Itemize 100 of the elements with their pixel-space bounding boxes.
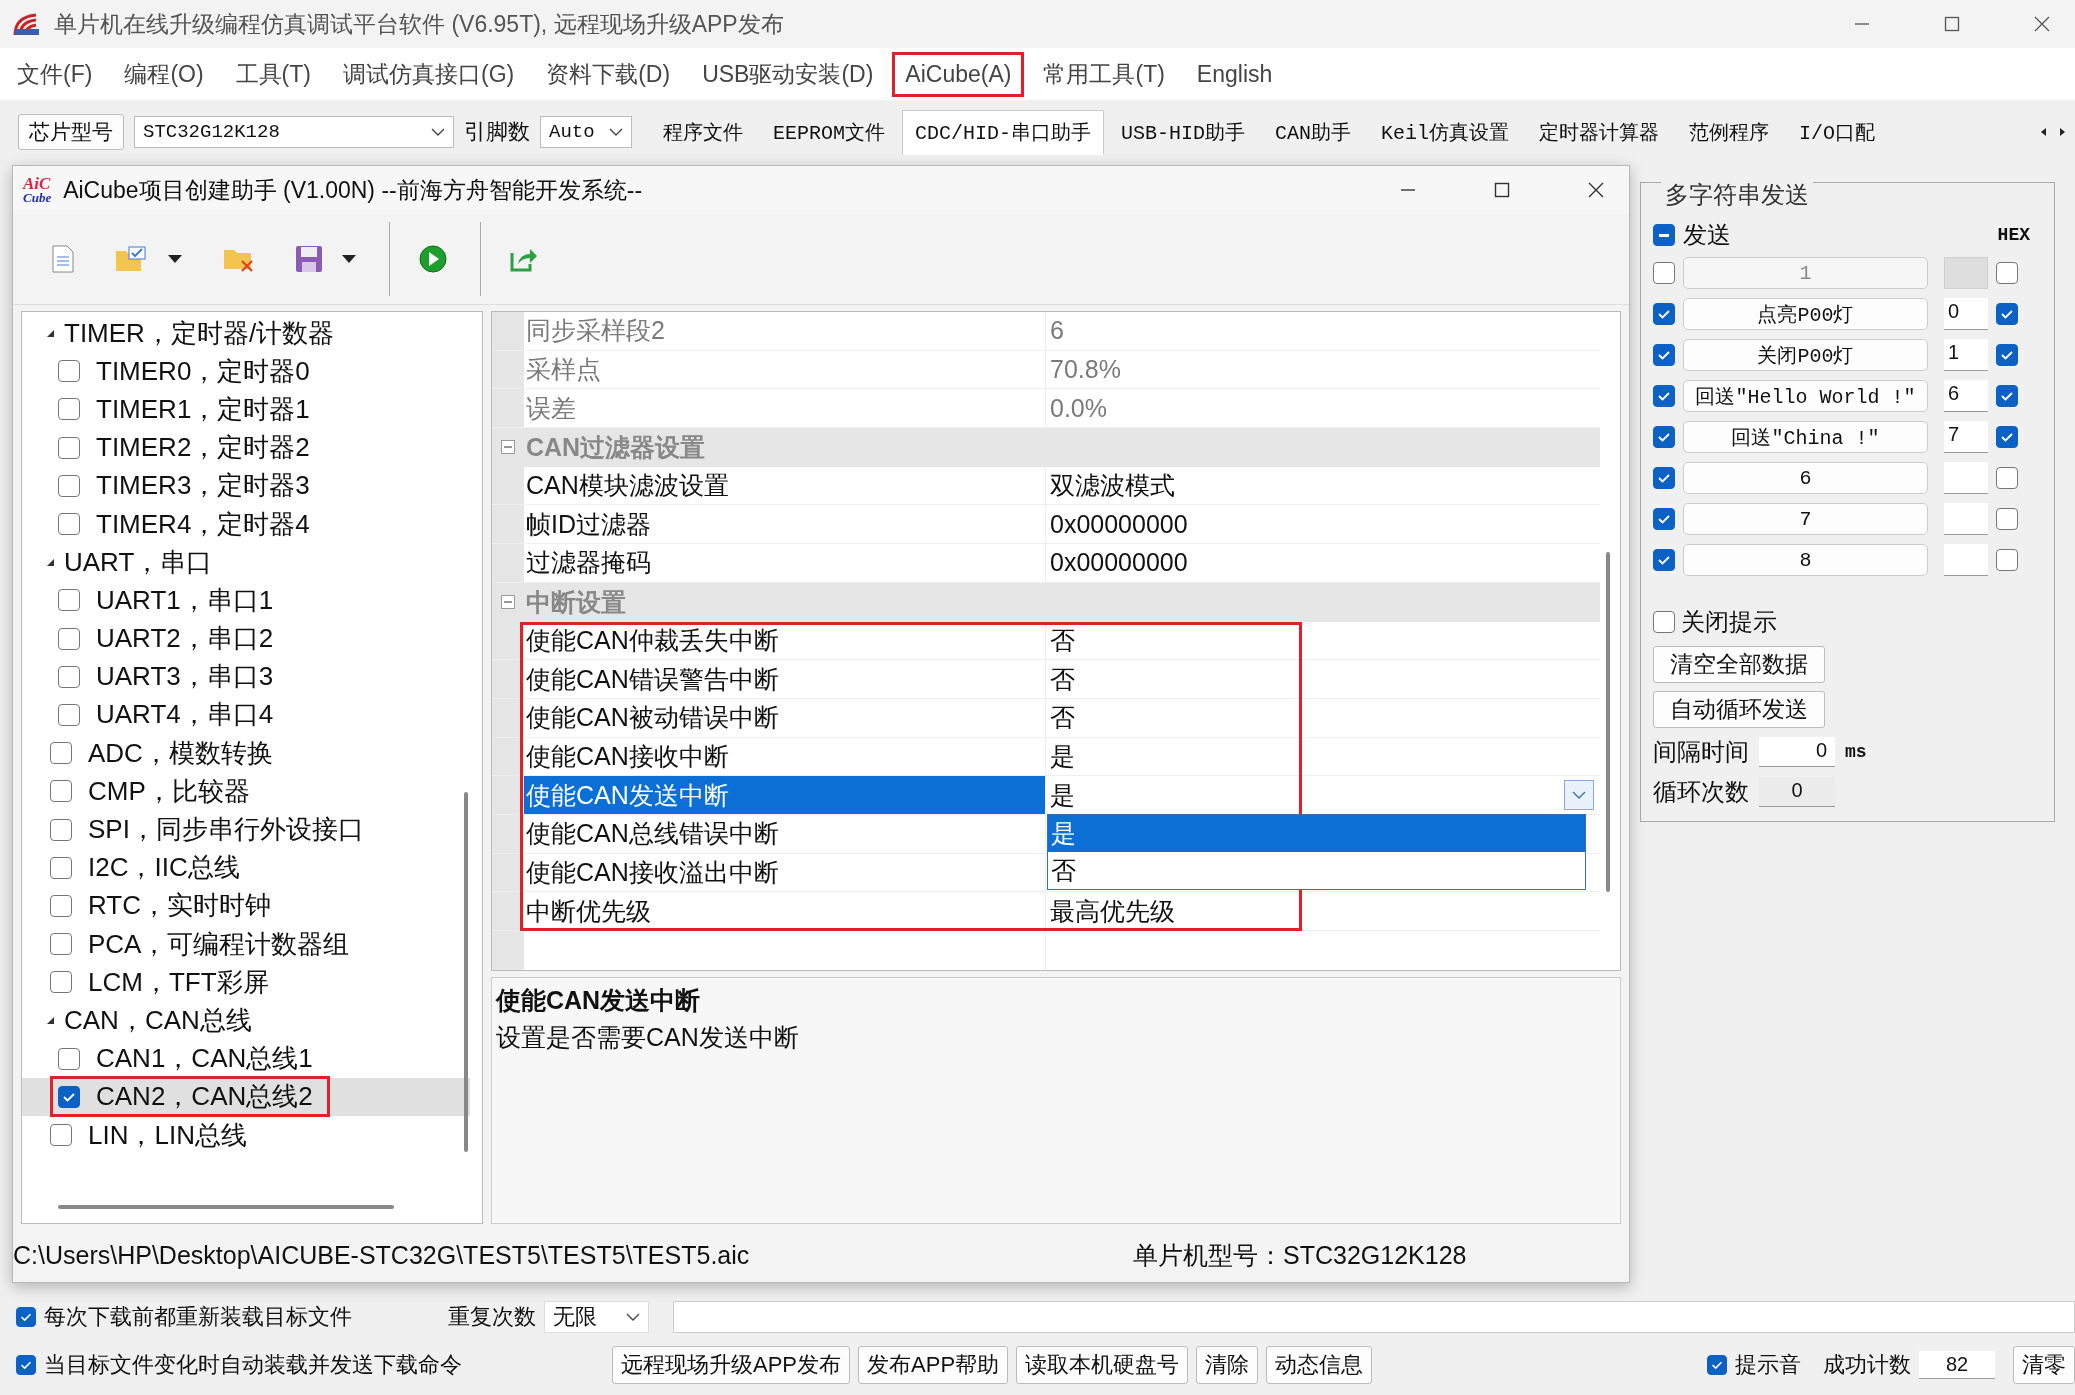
checkbox[interactable] <box>1653 303 1675 325</box>
checkbox[interactable] <box>58 513 80 536</box>
send-string-button[interactable]: 回送"Hello World !" <box>1683 380 1928 412</box>
tree-item[interactable]: TIMER4，定时器4 <box>96 506 310 542</box>
hex-checkbox[interactable] <box>1996 303 2018 325</box>
tree-item[interactable]: UART3，串口3 <box>96 659 274 695</box>
send-string-button[interactable]: 8 <box>1683 544 1928 576</box>
repeat-count-select[interactable]: 无限 <box>544 1301 649 1333</box>
caret-icon[interactable] <box>341 254 357 264</box>
pin-count-select[interactable]: Auto <box>540 116 632 148</box>
hex-checkbox[interactable] <box>1996 344 2018 366</box>
property-name[interactable]: 使能CAN接收溢出中断 <box>524 853 1046 892</box>
hex-checkbox[interactable] <box>1996 508 2018 530</box>
tab[interactable]: EEPROM文件 <box>760 109 898 155</box>
checkbox[interactable] <box>58 1047 80 1070</box>
checkbox[interactable] <box>58 474 80 497</box>
property-name[interactable]: 使能CAN被动错误中断 <box>524 698 1046 737</box>
hex-checkbox[interactable] <box>1996 549 2018 571</box>
checkbox[interactable] <box>58 627 80 650</box>
checkbox[interactable] <box>1653 344 1675 366</box>
save-icon[interactable] <box>295 245 323 273</box>
checkbox[interactable] <box>50 933 72 956</box>
tree-item[interactable]: RTC，实时时钟 <box>88 888 271 924</box>
checkbox[interactable] <box>58 360 80 383</box>
caret-icon[interactable] <box>167 254 183 264</box>
tree-item[interactable]: UART1，串口1 <box>96 582 274 618</box>
chip-select[interactable]: STC32G12K128 <box>134 116 454 148</box>
send-string-button[interactable]: 回送"China !" <box>1683 421 1928 453</box>
property-name[interactable]: 使能CAN总线错误中断 <box>524 814 1046 853</box>
code-field[interactable] <box>1944 544 1988 576</box>
tree-item[interactable]: TIMER2，定时器2 <box>96 430 310 466</box>
collapse-icon[interactable] <box>501 440 515 455</box>
expand-arrow-icon[interactable] <box>46 1015 56 1026</box>
hex-checkbox[interactable] <box>1996 467 2018 489</box>
action-button[interactable]: 清空全部数据 <box>1653 646 1825 683</box>
checkbox[interactable] <box>1653 385 1675 407</box>
folder-checkmark-icon[interactable] <box>115 245 149 273</box>
checkbox[interactable] <box>58 589 80 612</box>
property-name[interactable]: CAN模块滤波设置 <box>524 466 1046 505</box>
tree-item[interactable]: ADC，模数转换 <box>88 735 273 771</box>
tree-item[interactable]: PCA，可编程计数器组 <box>88 926 350 962</box>
tab[interactable]: I/O口配 <box>1786 109 1889 155</box>
code-field[interactable]: 1 <box>1944 339 1988 371</box>
checkbox[interactable] <box>1653 467 1675 489</box>
tree-item[interactable]: CAN1，CAN总线1 <box>96 1041 313 1077</box>
checkbox[interactable] <box>50 742 72 765</box>
play-icon[interactable] <box>418 244 448 274</box>
scrollbar[interactable] <box>1606 552 1610 892</box>
menu-item[interactable]: 资料下载(D) <box>533 49 684 99</box>
action-button[interactable]: 自动循环发送 <box>1653 691 1825 728</box>
expand-arrow-icon[interactable] <box>46 328 56 339</box>
send-string-button[interactable]: 关闭P00灯 <box>1683 339 1928 371</box>
checkbox[interactable] <box>50 894 72 917</box>
tree-item[interactable]: LIN，LIN总线 <box>88 1117 247 1153</box>
code-field[interactable] <box>1944 257 1988 289</box>
checkbox[interactable] <box>50 1124 72 1147</box>
checkbox[interactable] <box>1653 426 1675 448</box>
menu-item[interactable]: 调试仿真接口(G) <box>329 49 528 99</box>
checkbox[interactable] <box>50 780 72 803</box>
menu-item[interactable]: 编程(O) <box>111 49 217 99</box>
tab[interactable]: Keil仿真设置 <box>1368 109 1523 155</box>
checkbox[interactable] <box>58 398 80 421</box>
checkbox[interactable] <box>58 1085 80 1108</box>
dropdown-option[interactable]: 否 <box>1048 851 1585 889</box>
close-icon[interactable] <box>1587 181 1605 199</box>
maximize-icon[interactable] <box>1943 15 1961 33</box>
scrollbar[interactable] <box>58 1205 394 1209</box>
checkbox[interactable] <box>58 665 80 688</box>
tree-item[interactable]: TIMER3，定时器3 <box>96 468 310 504</box>
tree-item[interactable]: LCM，TFT彩屏 <box>88 964 269 1000</box>
code-field[interactable]: 0 <box>1944 298 1988 330</box>
menu-item[interactable]: 常用工具(T) <box>1030 49 1178 99</box>
send-string-button[interactable]: 7 <box>1683 503 1928 535</box>
reset-button[interactable]: 清零 <box>2013 1346 2075 1384</box>
menu-item[interactable]: USB驱动安装(D) <box>689 49 887 99</box>
dropdown-option[interactable]: 是 <box>1048 814 1585 852</box>
checkbox[interactable] <box>1653 549 1675 571</box>
property-name[interactable]: 使能CAN接收中断 <box>524 737 1046 776</box>
loop-count-field[interactable]: 0 <box>1759 777 1835 807</box>
checkbox[interactable] <box>16 1355 36 1375</box>
tree-item[interactable]: TIMER1，定时器1 <box>96 391 310 427</box>
menu-item[interactable]: 工具(T) <box>222 49 324 99</box>
hex-checkbox[interactable] <box>1996 426 2018 448</box>
menu-item[interactable]: English <box>1183 51 1286 97</box>
property-name[interactable]: 过滤器掩码 <box>524 544 1046 582</box>
property-name[interactable]: 使能CAN发送中断 <box>524 776 1046 814</box>
tab[interactable]: CDC/HID-串口助手 <box>902 109 1105 155</box>
menu-item[interactable]: AiCube(A) <box>892 51 1025 97</box>
tree-item[interactable]: I2C，IIC总线 <box>88 850 240 886</box>
tab[interactable]: 定时器计算器 <box>1526 109 1673 155</box>
action-button[interactable]: 远程现场升级APP发布 <box>612 1346 851 1384</box>
property-name[interactable]: 使能CAN错误警告中断 <box>524 660 1046 698</box>
action-button[interactable]: 清除 <box>1196 1346 1259 1384</box>
checkbox[interactable] <box>50 856 72 879</box>
dropdown-button[interactable] <box>1564 780 1594 811</box>
collapse-icon[interactable] <box>501 595 515 610</box>
checkbox[interactable] <box>1653 611 1675 633</box>
chip-type-button[interactable]: 芯片型号 <box>18 114 124 150</box>
tree-group[interactable]: UART，串口 <box>64 544 213 580</box>
tree-item[interactable]: TIMER0，定时器0 <box>96 353 310 389</box>
